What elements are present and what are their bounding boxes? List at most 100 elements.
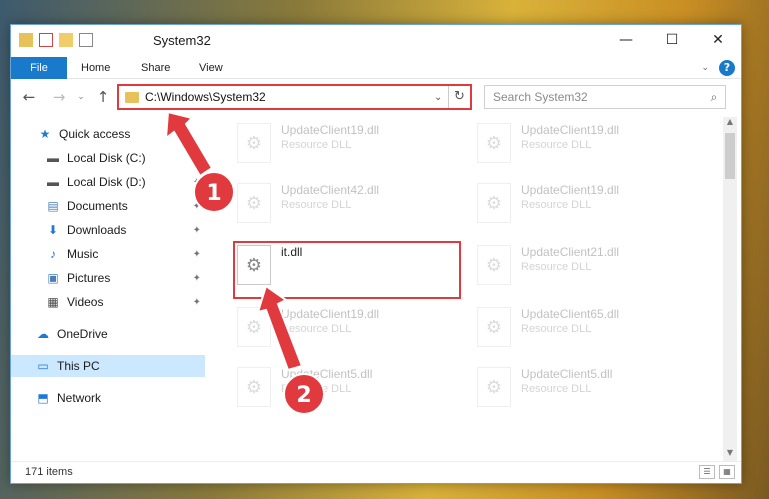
close-button[interactable]: ✕ bbox=[695, 25, 741, 55]
sidebar-item[interactable]: ▤ Documents ✦ bbox=[11, 195, 205, 217]
recent-locations-icon[interactable]: ⌄ bbox=[71, 87, 91, 107]
back-button[interactable]: ← bbox=[19, 87, 39, 107]
minimize-button[interactable]: — bbox=[603, 25, 649, 55]
pictures-icon: ▣ bbox=[47, 271, 59, 285]
window-controls: — ☐ ✕ bbox=[603, 25, 741, 55]
file-list: ⚙ UpdateClient19.dll Resource DLL ⚙ UpdateCl… bbox=[219, 117, 721, 462]
vertical-scrollbar[interactable]: ▲ ▼ bbox=[723, 117, 737, 462]
scroll-thumb[interactable] bbox=[725, 133, 735, 179]
sidebar-item-label: Downloads bbox=[67, 223, 127, 237]
tab-view[interactable]: View bbox=[199, 57, 223, 79]
file-description: Resource DLL bbox=[281, 199, 352, 211]
pin-icon[interactable]: ✦ bbox=[193, 273, 201, 284]
folder-icon bbox=[125, 91, 139, 103]
sidebar-item[interactable]: ▭ This PC bbox=[11, 355, 205, 377]
search-input[interactable]: Search System32 bbox=[493, 90, 703, 104]
sidebar-item[interactable]: ☁ OneDrive bbox=[11, 323, 205, 345]
folder-icon[interactable] bbox=[19, 33, 33, 47]
file-name: UpdateClient19.dll bbox=[521, 183, 620, 197]
file-item[interactable]: ⚙ UpdateClient19.dll Resource DLL bbox=[237, 307, 457, 357]
chevron-down-icon[interactable]: ⌄ bbox=[434, 92, 448, 103]
search-icon[interactable]: ⌕ bbox=[703, 90, 725, 105]
pin-icon[interactable]: ✦ bbox=[193, 177, 201, 188]
file-item[interactable]: ⚙ UpdateClient19.dll Resource DLL bbox=[477, 123, 697, 173]
file-item[interactable]: ⚙ UpdateClient19.dll Resource DLL bbox=[237, 123, 457, 173]
up-button[interactable]: ↑ bbox=[93, 87, 113, 107]
forward-button[interactable]: → bbox=[49, 87, 69, 107]
sidebar-item-label: This PC bbox=[57, 359, 100, 373]
sidebar-item-label: OneDrive bbox=[57, 327, 108, 341]
dll-file-icon: ⚙ bbox=[477, 183, 511, 223]
sidebar-item[interactable]: ⬒ Network bbox=[11, 387, 205, 409]
file-description: Resource DLL bbox=[521, 261, 592, 273]
new-folder-icon[interactable] bbox=[59, 33, 73, 47]
ribbon-right: ⌄ ? bbox=[701, 60, 735, 76]
help-icon[interactable]: ? bbox=[719, 60, 735, 76]
file-item[interactable]: ⚙ UpdateClient5.dll Resource DLL bbox=[477, 367, 697, 417]
pin-icon[interactable]: ✦ bbox=[193, 297, 201, 308]
scroll-up-icon[interactable]: ▲ bbox=[723, 117, 737, 131]
sidebar-item[interactable]: ▦ Videos ✦ bbox=[11, 291, 205, 313]
sidebar-item[interactable]: ▬ Local Disk (C:) ✦ bbox=[11, 147, 205, 169]
sidebar-item[interactable]: ▬ Local Disk (D:) ✦ bbox=[11, 171, 205, 193]
file-item[interactable]: ⚙ UpdateClient19.dll Resource DLL bbox=[477, 183, 697, 233]
drive-icon: ▬ bbox=[47, 175, 59, 189]
window-title: System32 bbox=[153, 33, 211, 48]
maximize-button[interactable]: ☐ bbox=[649, 25, 695, 55]
sidebar-item[interactable]: ★ Quick access bbox=[11, 123, 205, 145]
sidebar-item[interactable]: ⬇ Downloads ✦ bbox=[11, 219, 205, 241]
address-text[interactable]: C:\Windows\System32 bbox=[145, 90, 434, 104]
pin-icon[interactable]: ✦ bbox=[193, 201, 201, 212]
file-item[interactable]: ⚙ UpdateClient5.dll Resource DLL bbox=[237, 367, 457, 417]
file-item[interactable]: ⚙ UpdateClient42.dll Resource DLL bbox=[237, 183, 457, 233]
tab-home[interactable]: Home bbox=[81, 57, 110, 79]
file-description: Resource DLL bbox=[521, 383, 592, 395]
tab-share[interactable]: Share bbox=[141, 57, 170, 79]
file-name: UpdateClient65.dll bbox=[521, 307, 620, 321]
pin-icon[interactable]: ✦ bbox=[193, 225, 201, 236]
file-name: UpdateClient19.dll bbox=[281, 307, 380, 321]
scroll-down-icon[interactable]: ▼ bbox=[723, 448, 737, 462]
dll-file-icon: ⚙ bbox=[237, 307, 271, 347]
properties-icon[interactable] bbox=[39, 33, 53, 47]
dll-file-icon: ⚙ bbox=[477, 307, 511, 347]
file-name: UpdateClient42.dll bbox=[281, 183, 380, 197]
expand-ribbon-icon[interactable]: ⌄ bbox=[701, 63, 709, 73]
item-count: 171 items bbox=[25, 466, 73, 478]
details-view-icon[interactable]: ☰ bbox=[699, 465, 715, 479]
dll-file-icon: ⚙ bbox=[477, 123, 511, 163]
computer-icon: ▭ bbox=[37, 359, 49, 373]
sidebar-item[interactable]: ▣ Pictures ✦ bbox=[11, 267, 205, 289]
file-name: UpdateClient21.dll bbox=[521, 245, 620, 259]
file-item[interactable]: ⚙ UpdateClient65.dll Resource DLL bbox=[477, 307, 697, 357]
address-bar[interactable]: C:\Windows\System32 ⌄ ↻ bbox=[117, 84, 472, 110]
pin-icon[interactable]: ✦ bbox=[193, 249, 201, 260]
navigation-bar: ← → ⌄ ↑ C:\Windows\System32 ⌄ ↻ Search S… bbox=[11, 83, 741, 113]
status-bar: 171 items ☰ ▦ bbox=[11, 461, 741, 483]
search-box[interactable]: Search System32 ⌕ bbox=[484, 85, 726, 109]
ribbon-tabs: File Home Share View ⌄ ? bbox=[11, 57, 741, 79]
sidebar-item-label: Local Disk (D:) bbox=[67, 175, 146, 189]
tab-file[interactable]: File bbox=[11, 57, 67, 79]
file-description: Resource DLL bbox=[521, 139, 592, 151]
file-item[interactable]: ⚙ it.dll bbox=[237, 245, 457, 295]
drive-icon: ▬ bbox=[47, 151, 59, 165]
explorer-window: System32 — ☐ ✕ File Home Share View ⌄ ? … bbox=[10, 24, 742, 484]
title-bar: System32 — ☐ ✕ bbox=[11, 25, 741, 57]
dll-file-icon: ⚙ bbox=[237, 123, 271, 163]
sidebar-item[interactable]: ♪ Music ✦ bbox=[11, 243, 205, 265]
star-icon: ★ bbox=[39, 127, 51, 141]
pin-icon[interactable]: ✦ bbox=[193, 153, 201, 164]
file-item[interactable]: ⚙ UpdateClient21.dll Resource DLL bbox=[477, 245, 697, 295]
sidebar-item-label: Documents bbox=[67, 199, 128, 213]
file-description: Resource DLL bbox=[281, 323, 352, 335]
sidebar-item-label: Videos bbox=[67, 295, 104, 309]
refresh-button[interactable]: ↻ bbox=[448, 86, 470, 108]
large-icons-view-icon[interactable]: ▦ bbox=[719, 465, 735, 479]
quick-access-toolbar bbox=[19, 33, 93, 47]
sidebar-item-label: Pictures bbox=[67, 271, 111, 285]
dll-file-icon: ⚙ bbox=[477, 367, 511, 407]
customize-toolbar-icon[interactable] bbox=[79, 33, 93, 47]
file-description: Resource DLL bbox=[281, 383, 352, 395]
file-name: UpdateClient19.dll bbox=[281, 123, 380, 137]
